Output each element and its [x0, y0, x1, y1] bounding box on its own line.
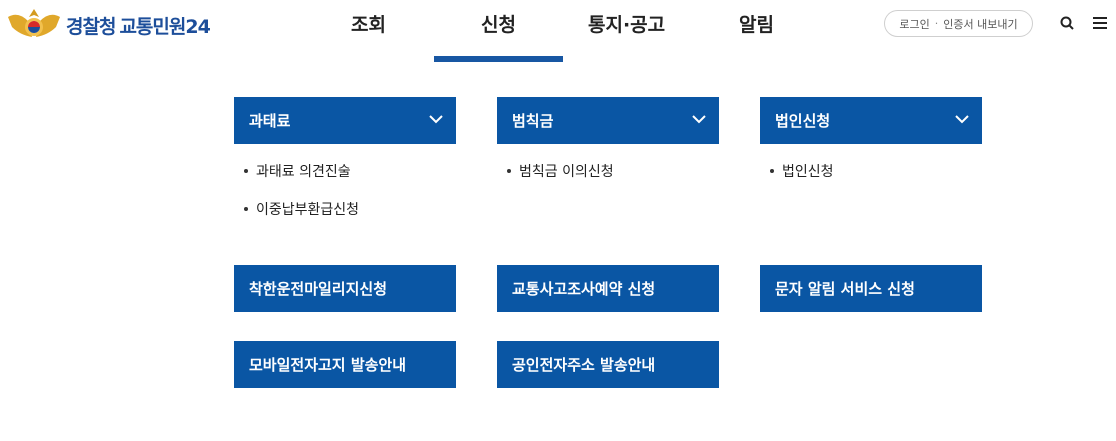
section-penalty-toggle[interactable]: 범칙금	[497, 97, 719, 144]
bullet	[507, 169, 511, 173]
accident-reservation-label: 교통사고조사예약 신청	[512, 280, 656, 298]
certified-email-button[interactable]: 공인전자주소 발송안내	[497, 341, 719, 388]
chevron-down-icon	[955, 115, 969, 124]
menu-icon[interactable]	[1091, 14, 1109, 32]
penalty-objection-label: 범칙금 이의신청	[519, 164, 614, 180]
bullet	[770, 169, 774, 173]
chevron-down-icon	[692, 115, 706, 124]
corporate-apply-link[interactable]: 법인신청	[770, 161, 834, 181]
section-corporate-title: 법인신청	[775, 112, 831, 130]
nav-item-alerts[interactable]: 알림	[739, 10, 774, 37]
logo-service: 교통민원24	[119, 15, 210, 38]
cert-export-link[interactable]: 인증서 내보내기	[943, 16, 1017, 32]
chevron-down-icon	[429, 115, 443, 124]
search-icon[interactable]	[1058, 14, 1076, 32]
safe-driving-mileage-button[interactable]: 착한운전마일리지신청	[234, 265, 456, 312]
bullet	[244, 169, 248, 173]
bullet	[244, 207, 248, 211]
logo-org: 경찰청	[66, 15, 116, 38]
corporate-apply-label: 법인신청	[782, 164, 834, 180]
sms-alert-label: 문자 알림 서비스 신청	[775, 280, 915, 298]
fine-opinion-label: 과태료 의견진술	[256, 164, 351, 180]
nav-active-indicator	[434, 56, 563, 62]
fine-refund-label: 이중납부환급신청	[256, 202, 360, 218]
nav-item-apply[interactable]: 신청	[481, 10, 516, 37]
police-emblem-icon	[8, 9, 60, 37]
section-fine-title: 과태료	[249, 112, 291, 130]
penalty-objection-link[interactable]: 범칙금 이의신청	[507, 161, 614, 181]
nav-item-inquiry[interactable]: 조회	[351, 10, 386, 37]
fine-opinion-link[interactable]: 과태료 의견진술	[244, 161, 351, 181]
sms-alert-button[interactable]: 문자 알림 서비스 신청	[760, 265, 982, 312]
login-link[interactable]: 로그인	[899, 16, 929, 32]
certified-email-label: 공인전자주소 발송안내	[512, 356, 656, 374]
safe-driving-mileage-label: 착한운전마일리지신청	[249, 280, 388, 298]
logo[interactable]: 경찰청 교통민원24	[6, 6, 211, 44]
section-penalty-title: 범칙금	[512, 112, 554, 130]
accident-reservation-button[interactable]: 교통사고조사예약 신청	[497, 265, 719, 312]
nav-item-notice[interactable]: 통지·공고	[588, 10, 665, 37]
fine-refund-link[interactable]: 이중납부환급신청	[244, 199, 359, 219]
section-fine-toggle[interactable]: 과태료	[234, 97, 456, 144]
auth-separator: ·	[934, 17, 939, 30]
auth-links: 로그인 · 인증서 내보내기	[884, 10, 1033, 37]
section-corporate-toggle[interactable]: 법인신청	[760, 97, 982, 144]
mobile-notice-button[interactable]: 모바일전자고지 발송안내	[234, 341, 456, 388]
logo-title: 경찰청 교통민원24	[66, 12, 211, 39]
mobile-notice-label: 모바일전자고지 발송안내	[249, 356, 407, 374]
